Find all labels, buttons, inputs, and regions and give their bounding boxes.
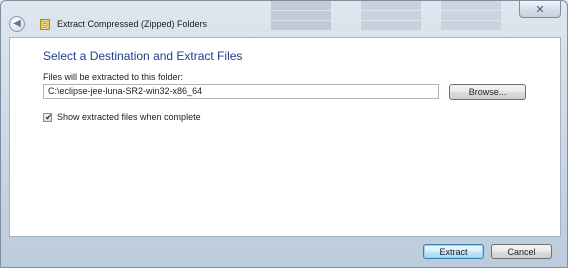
cancel-button[interactable]: Cancel [491,244,552,259]
page-title: Select a Destination and Extract Files [43,49,243,63]
back-button[interactable]: ◀ [9,16,25,32]
show-files-option[interactable]: ✔ Show extracted files when complete [43,112,201,122]
background-row [271,11,511,20]
destination-label: Files will be extracted to this folder: [43,72,184,82]
show-files-checkbox[interactable]: ✔ [43,111,53,122]
window-title: Extract Compressed (Zipped) Folders [57,19,208,29]
background-file-list [271,1,511,31]
title-bar: ◀ Extract Compressed (Zipped) Folders [9,14,207,34]
browse-button[interactable]: Browse... [449,84,526,100]
show-files-label[interactable]: Show extracted files when complete [57,112,201,122]
dialog-footer: Extract Cancel [9,237,561,263]
close-button[interactable]: ✕ [519,1,561,18]
back-arrow-icon: ◀ [13,18,21,29]
checkmark-icon: ✔ [45,111,53,122]
close-icon: ✕ [535,3,545,16]
extract-button[interactable]: Extract [423,244,484,259]
background-row [271,21,511,30]
destination-path-input[interactable]: C:\eclipse-jee-luna-SR2-win32-x86_64 [43,84,439,99]
dialog-content: Select a Destination and Extract Files F… [9,37,561,237]
extract-dialog-window: ◀ Extract Compressed (Zipped) Folders ✕ … [0,0,568,268]
zipped-folder-icon [39,18,51,30]
background-row [271,1,511,10]
